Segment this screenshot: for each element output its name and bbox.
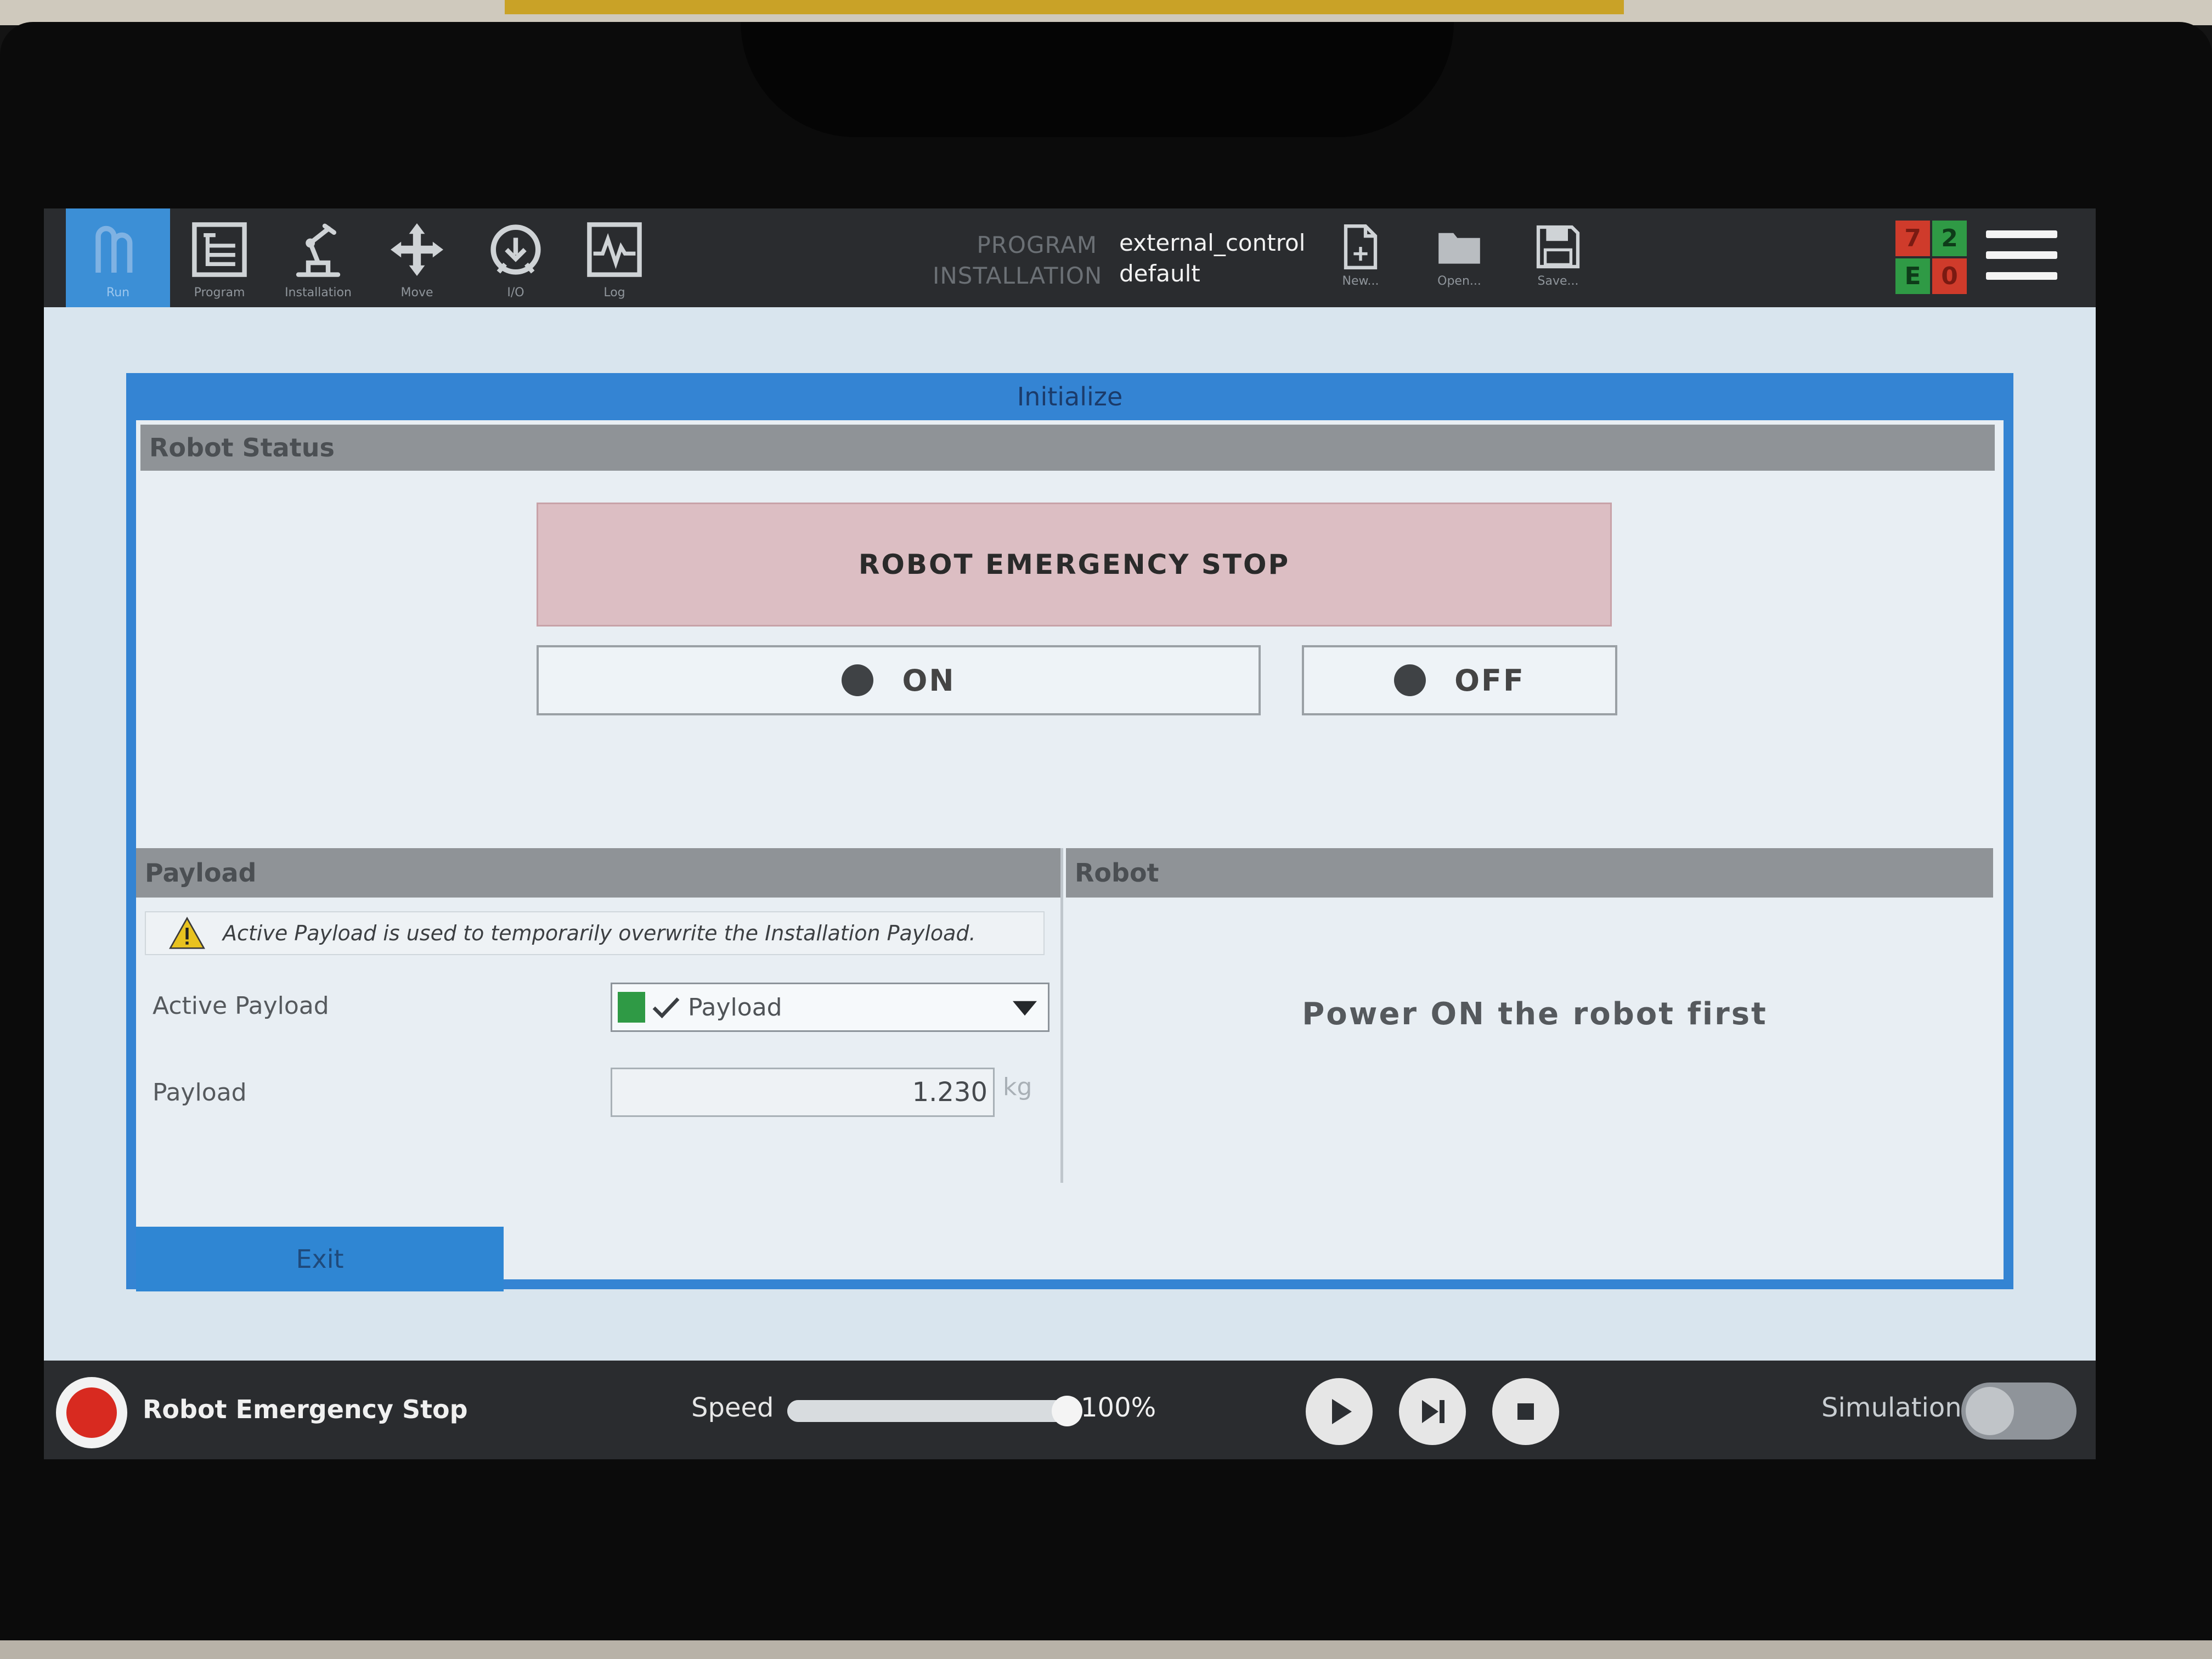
nav-label: I/O — [507, 285, 524, 300]
io-icon — [490, 224, 541, 275]
top-toolbar: Run Program Installation Move I/O Log PR… — [44, 208, 2096, 307]
play-button[interactable] — [1306, 1378, 1373, 1445]
power-off-button[interactable]: OFF — [1302, 645, 1617, 715]
speed-slider-knob[interactable] — [1052, 1396, 1082, 1426]
nav-label: Move — [400, 285, 433, 300]
payload-panel: Payload Active Payload is used to tempor… — [136, 848, 1063, 1183]
nav-io-button[interactable]: I/O — [466, 208, 565, 307]
run-icon — [95, 225, 133, 273]
nav-label: Program — [194, 285, 245, 300]
installation-icon — [296, 223, 341, 277]
power-on-button[interactable]: ON — [537, 645, 1261, 715]
robot-status-text: Robot Emergency Stop — [143, 1395, 468, 1424]
new-file-icon — [1344, 224, 1378, 269]
program-icon — [192, 222, 247, 277]
teach-pendant-screen: Run Program Installation Move I/O Log PR… — [44, 208, 2096, 1459]
speed-slider[interactable] — [787, 1396, 1082, 1426]
log-icon — [587, 222, 642, 277]
nav-label: Run — [106, 285, 130, 300]
checkmark-icon — [652, 997, 680, 1019]
bottom-bar: Robot Emergency Stop Speed 100% Simulati… — [44, 1361, 2096, 1459]
nav-program-button[interactable]: Program — [170, 208, 269, 307]
file-button-label: Open... — [1437, 274, 1481, 288]
dialog-body: Robot Status ROBOT EMERGENCY STOP ON OFF… — [136, 420, 2004, 1291]
step-icon — [1422, 1400, 1444, 1423]
nav-label: Log — [603, 285, 625, 300]
open-program-button[interactable]: Open... — [1426, 219, 1492, 302]
payload-note-text: Active Payload is used to temporarily ov… — [223, 921, 976, 945]
move-icon — [391, 223, 443, 276]
background-object — [505, 0, 1624, 14]
payload-note: Active Payload is used to temporarily ov… — [145, 911, 1045, 955]
nav-log-button[interactable]: Log — [565, 208, 664, 307]
simulation-toggle[interactable] — [1961, 1383, 2076, 1440]
dialog-title: Initialize — [1017, 382, 1123, 411]
program-key: PROGRAM — [977, 232, 1097, 258]
open-folder-icon — [1438, 233, 1480, 264]
robot-status-header: Robot Status — [140, 425, 1995, 471]
status-dot-icon — [1394, 664, 1426, 696]
new-program-button[interactable]: New... — [1328, 219, 1393, 302]
initialize-dialog: Initialize Robot Status ROBOT EMERGENCY … — [126, 373, 2013, 1291]
simulation-label: Simulation — [1821, 1392, 1962, 1423]
payload-status-icon — [618, 992, 645, 1023]
stop-icon — [1517, 1403, 1534, 1420]
speed-value: 100% — [1081, 1392, 1156, 1423]
warning-icon — [169, 917, 205, 949]
payload-unit: kg — [1003, 1073, 1032, 1101]
speed-label: Speed — [691, 1392, 774, 1423]
power-on-label: ON — [902, 663, 956, 698]
status-dot-icon — [842, 664, 874, 696]
hamburger-menu-icon[interactable] — [1986, 230, 2057, 285]
safety-status-grid[interactable]: 7 2 E 0 — [1895, 221, 1967, 294]
emergency-stop-banner: ROBOT EMERGENCY STOP — [537, 503, 1612, 627]
step-button[interactable] — [1399, 1378, 1466, 1445]
exit-button[interactable]: Exit — [136, 1227, 504, 1291]
chevron-down-icon — [1013, 1001, 1037, 1016]
nav-run-button[interactable]: Run — [66, 208, 170, 307]
robot-header: Robot — [1066, 848, 1993, 898]
robot-panel: Robot Power ON the robot first — [1066, 848, 2004, 1183]
camera-notch — [741, 22, 1454, 137]
save-icon — [1536, 225, 1580, 269]
save-program-button[interactable]: Save... — [1525, 219, 1591, 302]
nav-label: Installation — [285, 285, 352, 300]
active-payload-dropdown[interactable]: Payload — [611, 983, 1049, 1032]
stop-button[interactable] — [1492, 1378, 1559, 1445]
status-cell: E — [1895, 258, 1930, 294]
status-cell: 7 — [1895, 221, 1930, 256]
program-name: external_control — [1119, 229, 1306, 256]
nav-installation-button[interactable]: Installation — [269, 208, 368, 307]
status-cell: 0 — [1932, 258, 1967, 294]
simulation-toggle-knob — [1966, 1387, 2014, 1435]
active-payload-label: Active Payload — [153, 992, 329, 1020]
robot-power-message: Power ON the robot first — [1302, 996, 1768, 1032]
desk-edge — [0, 1640, 2212, 1659]
nav-move-button[interactable]: Move — [368, 208, 466, 307]
file-button-label: New... — [1342, 274, 1379, 288]
payload-header: Payload — [136, 848, 1060, 898]
payload-mass-input[interactable]: 1.230 — [611, 1068, 995, 1117]
payload-mass-value: 1.230 — [912, 1077, 988, 1108]
payload-label: Payload — [153, 1079, 247, 1107]
power-off-label: OFF — [1454, 663, 1525, 698]
emergency-stop-icon[interactable] — [56, 1377, 127, 1448]
file-button-label: Save... — [1537, 274, 1579, 288]
active-payload-value: Payload — [688, 993, 782, 1022]
installation-name: default — [1119, 260, 1200, 287]
status-cell: 2 — [1932, 221, 1967, 256]
play-icon — [1332, 1399, 1352, 1424]
installation-key: INSTALLATION — [933, 262, 1103, 289]
speed-slider-fill — [787, 1400, 1067, 1422]
